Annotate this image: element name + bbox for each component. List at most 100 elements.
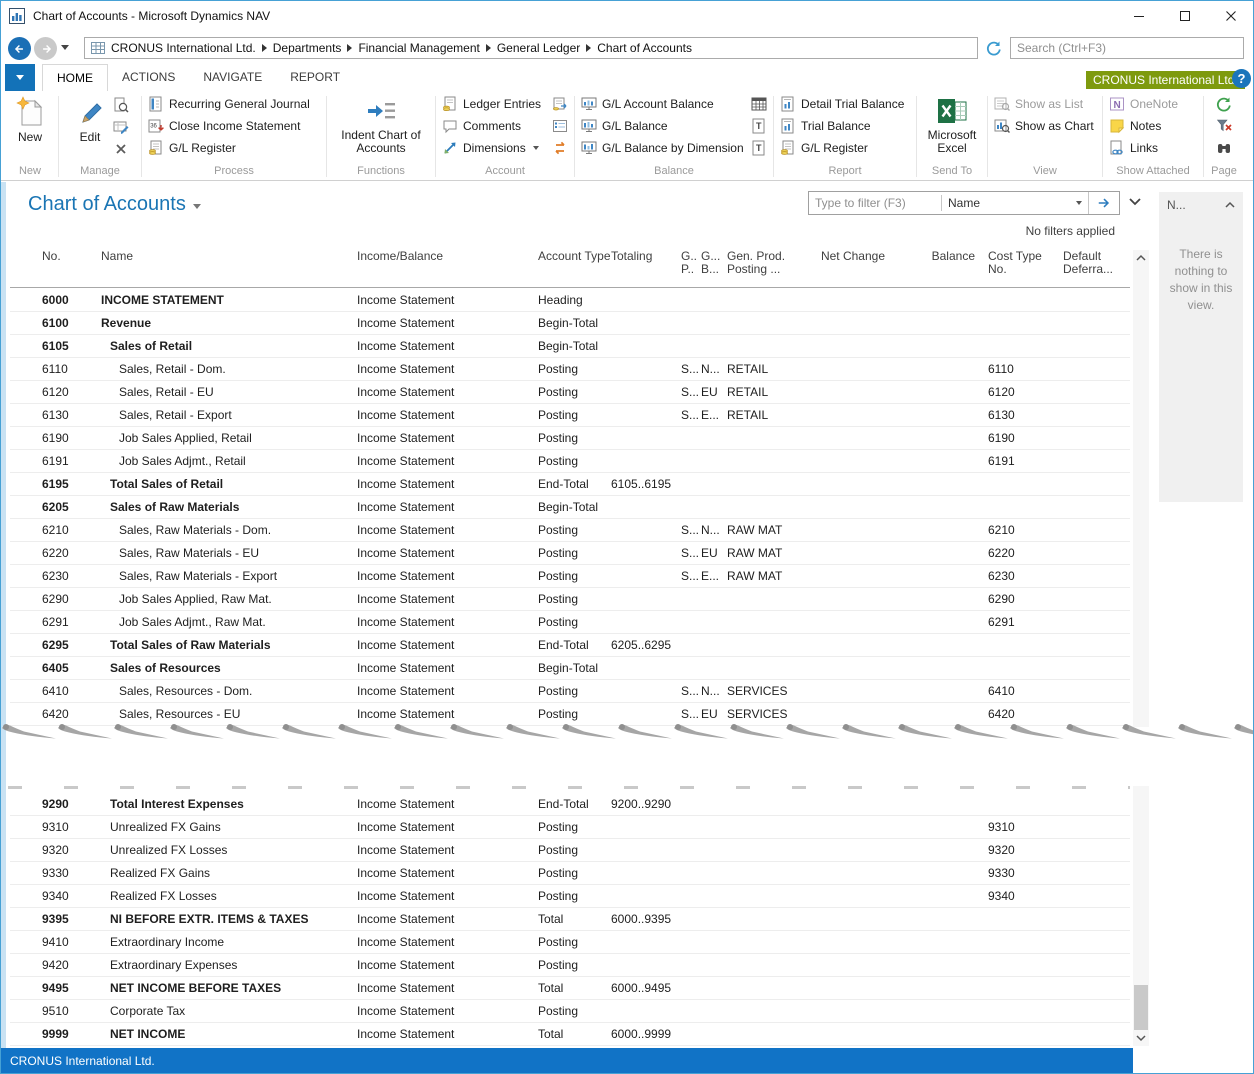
cell-name[interactable]: Sales of Retail [101, 335, 357, 357]
cell-default_deferral[interactable] [1063, 427, 1130, 449]
cell-default_deferral[interactable] [1063, 358, 1130, 380]
cell-gbp[interactable] [701, 588, 727, 610]
cell-balance[interactable] [885, 588, 975, 610]
cell-account_type[interactable]: Posting [538, 542, 611, 564]
cell-marker[interactable] [10, 565, 42, 587]
cell-net_change[interactable] [811, 657, 885, 679]
cell-marker[interactable] [10, 358, 42, 380]
cell-totaling[interactable] [611, 312, 681, 334]
cell-balance[interactable] [885, 839, 975, 861]
cell-gpt[interactable] [681, 473, 701, 495]
cell-totaling[interactable]: 6000..9495 [611, 977, 681, 999]
cell-income_balance[interactable]: Income Statement [357, 657, 538, 679]
cell-totaling[interactable] [611, 816, 681, 838]
tab-actions[interactable]: ACTIONS [108, 64, 189, 91]
cell-net_change[interactable] [811, 381, 885, 403]
trial-balance-button[interactable]: Trial Balance [778, 115, 912, 136]
cell-gbp[interactable] [701, 885, 727, 907]
table-row-9320[interactable]: 9320Unrealized FX LossesIncome Statement… [10, 839, 1130, 862]
cell-account_type[interactable]: Heading [538, 289, 611, 311]
cell-income_balance[interactable]: Income Statement [357, 565, 538, 587]
cell-cost_type_no[interactable] [975, 1000, 1063, 1022]
cell-totaling[interactable] [611, 588, 681, 610]
cell-income_balance[interactable]: Income Statement [357, 335, 538, 357]
cell-gpt[interactable] [681, 611, 701, 633]
microsoft-excel-button[interactable]: Microsoft Excel [921, 93, 983, 156]
cell-name[interactable]: Revenue [101, 312, 357, 334]
cell-no[interactable]: 9310 [42, 816, 101, 838]
cell-gbp[interactable]: N... [701, 680, 727, 702]
cell-default_deferral[interactable] [1063, 634, 1130, 656]
cell-gpp[interactable]: SERVICES [727, 703, 811, 725]
page-title-caret-icon[interactable] [193, 204, 201, 209]
cell-marker[interactable] [10, 473, 42, 495]
cell-account_type[interactable]: Posting [538, 885, 611, 907]
cell-balance[interactable] [885, 565, 975, 587]
cell-default_deferral[interactable] [1063, 312, 1130, 334]
table-row-9330[interactable]: 9330Realized FX GainsIncome StatementPos… [10, 862, 1130, 885]
cell-name[interactable]: Unrealized FX Gains [101, 816, 357, 838]
cell-gpp[interactable] [727, 611, 811, 633]
cell-marker[interactable] [10, 657, 42, 679]
cell-balance[interactable] [885, 793, 975, 815]
cell-net_change[interactable] [811, 885, 885, 907]
cell-account_type[interactable]: Total [538, 977, 611, 999]
cell-marker[interactable] [10, 931, 42, 953]
cell-default_deferral[interactable] [1063, 450, 1130, 472]
cell-balance[interactable] [885, 542, 975, 564]
cell-name[interactable]: NI BEFORE EXTR. ITEMS & TAXES [101, 908, 357, 930]
cell-balance[interactable] [885, 427, 975, 449]
cell-no[interactable]: 6191 [42, 450, 101, 472]
cell-gpp[interactable] [727, 1023, 811, 1045]
breadcrumb-item[interactable]: Departments [273, 41, 342, 55]
cell-net_change[interactable] [811, 427, 885, 449]
cell-gpt[interactable]: S... [681, 381, 701, 403]
column-header[interactable]: Default Deferra... [1063, 248, 1130, 287]
cell-marker[interactable] [10, 793, 42, 815]
cell-name[interactable]: Total Sales of Raw Materials [101, 634, 357, 656]
table-row-9495[interactable]: 9495NET INCOME BEFORE TAXESIncome Statem… [10, 977, 1130, 1000]
cell-balance[interactable] [885, 977, 975, 999]
refresh-page-button[interactable] [984, 38, 1004, 58]
cell-gpp[interactable] [727, 473, 811, 495]
cell-income_balance[interactable]: Income Statement [357, 816, 538, 838]
cell-gbp[interactable]: N... [701, 358, 727, 380]
cell-balance[interactable] [885, 931, 975, 953]
cell-no[interactable]: 6405 [42, 657, 101, 679]
cell-marker[interactable] [10, 839, 42, 861]
cell-income_balance[interactable]: Income Statement [357, 289, 538, 311]
cell-gbp[interactable]: E... [701, 565, 727, 587]
find-button[interactable] [1208, 137, 1240, 158]
cell-account_type[interactable]: Posting [538, 381, 611, 403]
cell-name[interactable]: Total Interest Expenses [101, 793, 357, 815]
table-row-6195[interactable]: 6195Total Sales of RetailIncome Statemen… [10, 473, 1130, 496]
cell-net_change[interactable] [811, 312, 885, 334]
cell-income_balance[interactable]: Income Statement [357, 793, 538, 815]
cell-gpt[interactable] [681, 312, 701, 334]
back-button[interactable] [8, 37, 31, 60]
onenote-button[interactable]: N OneNote [1107, 93, 1199, 114]
cell-account_type[interactable]: Total [538, 908, 611, 930]
cell-balance[interactable] [885, 634, 975, 656]
cell-marker[interactable] [10, 954, 42, 976]
cell-cost_type_no[interactable] [975, 335, 1063, 357]
cell-default_deferral[interactable] [1063, 542, 1130, 564]
column-header[interactable]: Balance [885, 248, 975, 287]
cell-cost_type_no[interactable] [975, 931, 1063, 953]
cell-cost_type_no[interactable]: 9320 [975, 839, 1063, 861]
cell-totaling[interactable] [611, 680, 681, 702]
cell-cost_type_no[interactable]: 6220 [975, 542, 1063, 564]
cell-default_deferral[interactable] [1063, 289, 1130, 311]
cell-cost_type_no[interactable] [975, 496, 1063, 518]
cell-totaling[interactable] [611, 496, 681, 518]
cell-name[interactable]: NET INCOME [101, 1023, 357, 1045]
cell-account_type[interactable]: Posting [538, 1000, 611, 1022]
cell-default_deferral[interactable] [1063, 977, 1130, 999]
cell-gpp[interactable] [727, 908, 811, 930]
cell-account_type[interactable]: Posting [538, 588, 611, 610]
cell-totaling[interactable] [611, 450, 681, 472]
delete-button[interactable] [113, 141, 129, 160]
cell-net_change[interactable] [811, 565, 885, 587]
cell-totaling[interactable]: 6105..6195 [611, 473, 681, 495]
cell-balance[interactable] [885, 450, 975, 472]
